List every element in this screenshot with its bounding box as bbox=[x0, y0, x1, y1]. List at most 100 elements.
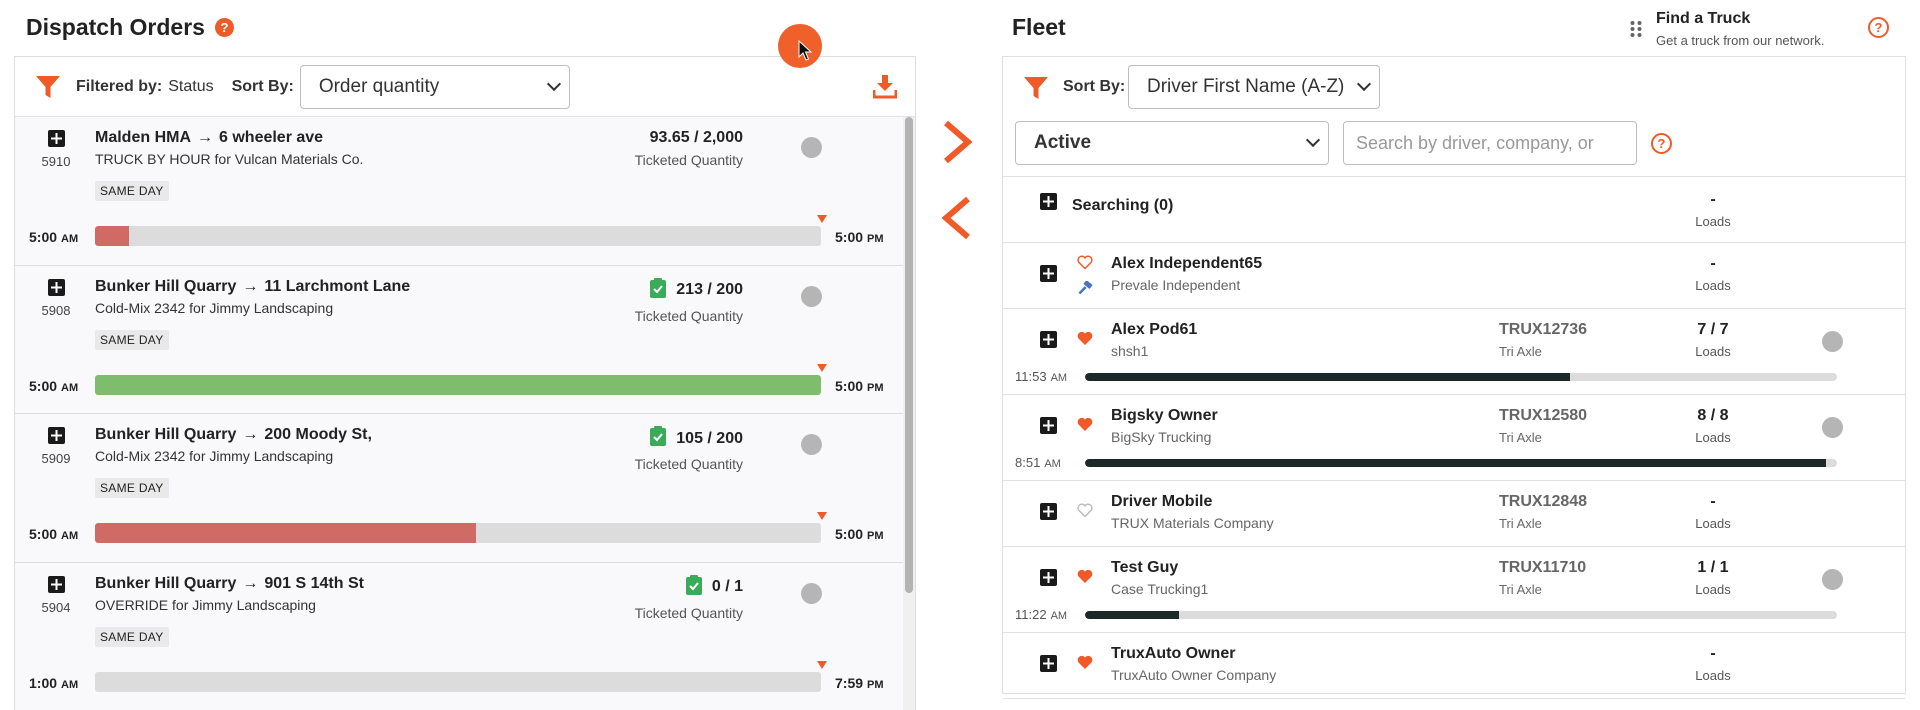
fleet-status-select[interactable]: Active bbox=[1015, 121, 1329, 165]
fleet-driver-row[interactable]: Alex Pod61 shsh1 TRUX12736 Tri Axle 7 / 7 Loa… bbox=[1003, 309, 1905, 395]
dispatch-sort-select[interactable]: Order quantity bbox=[299, 64, 570, 109]
fleet-title: Fleet bbox=[1012, 14, 1066, 40]
dispatch-title-text: Dispatch Orders bbox=[26, 14, 205, 40]
driver-loads-label: Loads bbox=[1695, 582, 1731, 597]
favorite-heart-icon[interactable] bbox=[1077, 503, 1093, 523]
order-expand-plus-icon[interactable] bbox=[48, 427, 65, 449]
find-a-truck-button[interactable]: Find a Truck Get a truck from our networ… bbox=[1630, 10, 1824, 48]
favorite-heart-icon[interactable] bbox=[1077, 417, 1093, 437]
start-time-value: 5:00 bbox=[29, 229, 58, 245]
order-list: 5910 Malden HMA → 6 wheeler ave TRUCK BY HOU… bbox=[15, 117, 903, 710]
driver-status-dot[interactable] bbox=[1822, 417, 1843, 438]
fleet-driver-row[interactable]: Alex Independent65 Prevale Independent - Lo… bbox=[1003, 243, 1905, 309]
driver-loads-value: 7 / 7 bbox=[1697, 321, 1729, 338]
fleet-search-help-icon[interactable]: ? bbox=[1651, 133, 1672, 154]
filtered-by-value[interactable]: Status bbox=[168, 78, 213, 96]
order-card[interactable]: 5908 Bunker Hill Quarry → 11 Larchmont Lane… bbox=[15, 265, 903, 414]
fleet-driver-row[interactable]: Bigsky Owner BigSky Trucking TRUX12580 Tri … bbox=[1003, 395, 1905, 481]
driver-loads: 7 / 7 Loads bbox=[1663, 321, 1763, 359]
chevron-down-icon bbox=[546, 76, 561, 91]
order-card[interactable]: 5909 Bunker Hill Quarry → 200 Moody St, Cold… bbox=[15, 414, 903, 563]
truck-type: Tri Axle bbox=[1499, 582, 1542, 597]
end-time-value: 5:00 bbox=[835, 377, 864, 394]
plus-square-icon[interactable] bbox=[1040, 417, 1057, 439]
searching-label: Searching (0) bbox=[1072, 197, 1174, 214]
driver-loads: 8 / 8 Loads bbox=[1663, 407, 1763, 445]
find-truck-text: Find a Truck Get a truck from our networ… bbox=[1656, 10, 1824, 48]
favorite-heart-icon[interactable] bbox=[1077, 255, 1093, 275]
fleet-help-icon[interactable]: ? bbox=[1868, 17, 1889, 38]
order-expand-plus-icon[interactable] bbox=[48, 278, 65, 301]
unassign-left-chevron-icon[interactable] bbox=[941, 196, 972, 245]
truck-id: TRUX12848 bbox=[1499, 493, 1588, 510]
dispatch-sort-value: Order quantity bbox=[318, 75, 440, 97]
fleet-sort-label: Sort By: bbox=[1063, 78, 1126, 95]
order-status-dot[interactable] bbox=[801, 285, 822, 307]
plus-square-icon[interactable] bbox=[1040, 655, 1057, 677]
driver-progress-track bbox=[1085, 459, 1837, 467]
fleet-driver-row[interactable]: Driver Mobile TRUX Materials Company TRUX1… bbox=[1003, 481, 1905, 547]
order-origin: Bunker Hill Quarry bbox=[95, 426, 237, 443]
order-status-dot[interactable] bbox=[801, 434, 822, 455]
route-arrow-icon: → bbox=[242, 574, 259, 592]
driver-status-dot[interactable] bbox=[1822, 331, 1843, 352]
driver-loads-value: - bbox=[1710, 645, 1716, 662]
truck-id: TRUX12736 bbox=[1499, 321, 1588, 338]
favorite-heart-icon[interactable] bbox=[1077, 331, 1093, 351]
order-expand-plus-icon[interactable] bbox=[48, 575, 65, 598]
driver-progress-track bbox=[1085, 611, 1837, 619]
plus-square-icon[interactable] bbox=[1040, 331, 1057, 353]
order-start-time: 5:00 AM bbox=[29, 229, 78, 245]
start-time-ampm: AM bbox=[61, 381, 79, 394]
plus-square-icon[interactable] bbox=[1040, 503, 1057, 525]
ticketed-quantity: 105 / 200 Ticketed Quantity bbox=[635, 426, 743, 472]
fleet-panel: Sort By: Driver First Name (A-Z) Active … bbox=[1002, 56, 1906, 699]
driver-loads: - Loads bbox=[1663, 645, 1763, 683]
fleet-driver-row[interactable]: Test Guy Case Trucking1 TRUX11710 Tri Axle 1… bbox=[1003, 547, 1905, 633]
assign-right-chevron-icon[interactable] bbox=[942, 120, 973, 169]
order-status-dot[interactable] bbox=[801, 582, 822, 604]
fleet-filter-icon[interactable] bbox=[1023, 75, 1049, 106]
order-expand-plus-icon[interactable] bbox=[48, 130, 65, 152]
driver-name: TruxAuto Owner bbox=[1111, 645, 1236, 662]
end-time-value: 5:00 bbox=[835, 229, 864, 245]
order-origin: Bunker Hill Quarry bbox=[95, 574, 237, 592]
dispatch-sort-label: Sort By: bbox=[231, 77, 294, 95]
order-card[interactable]: 5910 Malden HMA → 6 wheeler ave TRUCK BY HOU… bbox=[15, 117, 903, 266]
dispatch-orders-panel: Filtered by: Status Sort By: Order quant… bbox=[14, 56, 916, 710]
order-card[interactable]: 5904 Bunker Hill Quarry → 901 S 14th St OVER… bbox=[15, 562, 903, 710]
order-subtitle: TRUCK BY HOUR for Vulcan Materials Co. bbox=[95, 151, 364, 167]
quantity-value: 213 / 200 bbox=[676, 281, 743, 298]
plus-square-icon[interactable] bbox=[1040, 193, 1057, 215]
favorite-heart-icon[interactable] bbox=[1077, 655, 1093, 675]
order-subtitle: Cold-Mix 2342 for Jimmy Landscaping bbox=[95, 299, 334, 316]
order-subtitle: OVERRIDE for Jimmy Landscaping bbox=[95, 596, 316, 613]
fleet-sort-select[interactable]: Driver First Name (A-Z) bbox=[1128, 65, 1380, 109]
driver-name: Bigsky Owner bbox=[1111, 407, 1218, 424]
driver-loads-label: Loads bbox=[1695, 278, 1731, 293]
quantity-label: Ticketed Quantity bbox=[634, 152, 743, 168]
dispatch-filter-icon[interactable] bbox=[35, 74, 61, 100]
order-status-dot[interactable] bbox=[801, 137, 822, 158]
hammer-icon bbox=[1077, 280, 1093, 302]
fleet-driver-row[interactable]: TruxAuto Owner TruxAuto Owner Company - Loa… bbox=[1003, 633, 1905, 699]
searching-row[interactable]: Searching (0) - Loads bbox=[1003, 177, 1905, 243]
dispatch-help-icon[interactable]: ? bbox=[214, 18, 234, 37]
order-list-scrollbar-thumb[interactable] bbox=[905, 117, 913, 593]
truck-type: Tri Axle bbox=[1499, 516, 1542, 531]
driver-status-dot[interactable] bbox=[1822, 569, 1843, 590]
same-day-badge: SAME DAY bbox=[95, 626, 169, 647]
driver-loads-value: 8 / 8 bbox=[1697, 407, 1729, 424]
plus-square-icon[interactable] bbox=[1040, 569, 1057, 591]
driver-time-ampm: AM bbox=[1050, 610, 1068, 622]
truck-type: Tri Axle bbox=[1499, 344, 1542, 359]
order-start-time: 5:00 AM bbox=[29, 526, 78, 542]
favorite-heart-icon[interactable] bbox=[1077, 569, 1093, 589]
driver-loads-label: Loads bbox=[1695, 344, 1731, 359]
time-marker-icon bbox=[817, 363, 827, 372]
quantity-value: 0 / 1 bbox=[711, 578, 743, 595]
order-origin: Bunker Hill Quarry bbox=[95, 277, 237, 295]
fleet-search-input[interactable] bbox=[1343, 121, 1637, 165]
plus-square-icon[interactable] bbox=[1040, 265, 1057, 287]
download-icon[interactable] bbox=[872, 73, 898, 104]
